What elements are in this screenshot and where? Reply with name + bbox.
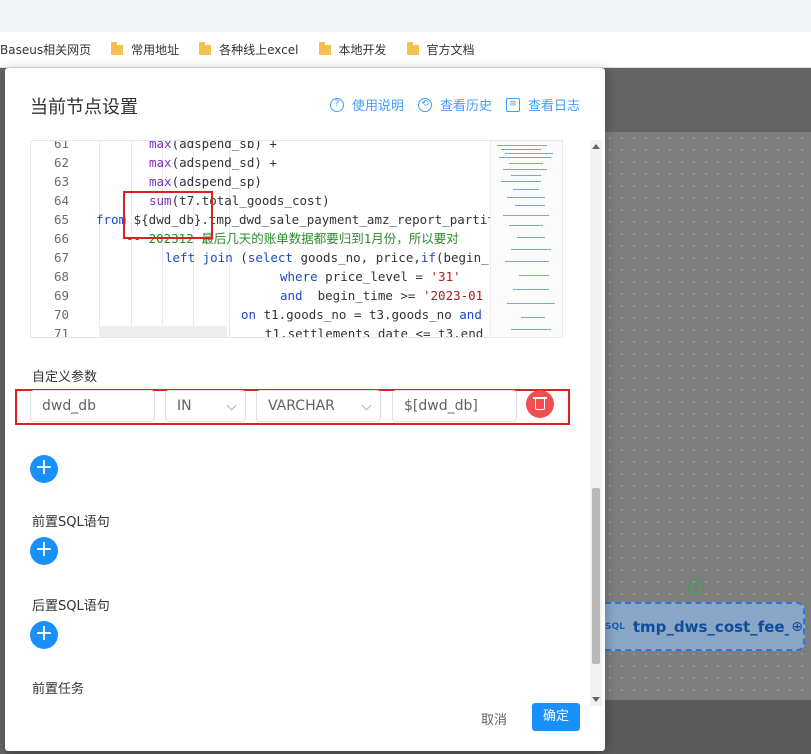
scroll-up-arrow[interactable] [592, 144, 600, 149]
custom-params-label: 自定义参数 [32, 370, 98, 385]
help-link[interactable]: ? 使用说明 [329, 95, 404, 114]
chevron-down-icon [361, 400, 372, 411]
folder-icon [406, 41, 419, 55]
question-circle-icon: ? [329, 97, 344, 112]
folder-icon [199, 41, 212, 55]
browser-toolbar [0, 0, 811, 32]
dialog-links: ? 使用说明 ⟲ 查看历史 ≡ 查看日志 [316, 95, 580, 114]
dialog-scrollbar[interactable] [590, 140, 602, 706]
cancel-button[interactable]: 取消 [481, 709, 507, 728]
history-link[interactable]: ⟲ 查看历史 [417, 95, 492, 114]
annotation-box [123, 191, 213, 239]
bookmark-docs[interactable]: 官方文档 [406, 41, 475, 58]
log-icon: ≡ [505, 97, 520, 112]
pre-task-label: 前置任务 [32, 682, 85, 697]
scrollbar-thumb[interactable] [592, 488, 600, 664]
code-minimap[interactable] [490, 141, 562, 337]
sql-icon: SQL [605, 621, 625, 632]
dialog-title: 当前节点设置 [30, 97, 138, 118]
success-check-icon: ✓ [688, 579, 704, 595]
bookmark-local-dev[interactable]: 本地开发 [318, 41, 387, 58]
indent-guide [99, 141, 100, 337]
param-name-input[interactable]: dwd_db [30, 390, 155, 422]
pre-sql-label: 前置SQL语句 [32, 515, 110, 530]
node-name: tmp_dws_cost_fee_d [632, 617, 790, 636]
add-param-button[interactable]: + [30, 455, 58, 483]
post-sql-label: 后置SQL语句 [32, 599, 110, 614]
scroll-down-arrow[interactable] [592, 697, 600, 702]
param-value-input[interactable]: $[dwd_db] [392, 390, 517, 422]
param-type-select[interactable]: VARCHAR [256, 390, 381, 422]
confirm-button[interactable]: 确定 [532, 703, 580, 731]
bookmark-excel[interactable]: 各种线上excel [199, 41, 299, 58]
folder-icon [111, 41, 124, 55]
add-pre-sql-button[interactable]: + [30, 537, 58, 565]
bookmark-common[interactable]: 常用地址 [111, 41, 179, 58]
add-post-sql-button[interactable]: + [30, 621, 58, 649]
selection-highlight [99, 326, 227, 337]
node-add-icon[interactable]: ⊕ [791, 619, 803, 635]
canvas-header [604, 68, 811, 132]
bookmark-baseus[interactable]: Baseus相关网页 [0, 41, 91, 58]
delete-param-button[interactable] [526, 390, 554, 418]
workflow-node[interactable]: SQL tmp_dws_cost_fee_d ⊕ [597, 602, 805, 651]
log-link[interactable]: ≡ 查看日志 [505, 95, 580, 114]
history-icon: ⟲ [417, 97, 432, 112]
param-direction-select[interactable]: IN [165, 390, 246, 422]
bookmarks-bar: Baseus相关网页 常用地址 各种线上excel 本地开发 官方文档 [0, 32, 811, 68]
node-settings-dialog: 当前节点设置 ? 使用说明 ⟲ 查看历史 ≡ 查看日志 61 max(adspend_s… [5, 68, 605, 751]
sql-editor[interactable]: 61 max(adspend_sb) + 62 max(adspend_sd) + … [30, 140, 563, 338]
folder-icon [318, 41, 331, 55]
chevron-down-icon [226, 400, 237, 411]
